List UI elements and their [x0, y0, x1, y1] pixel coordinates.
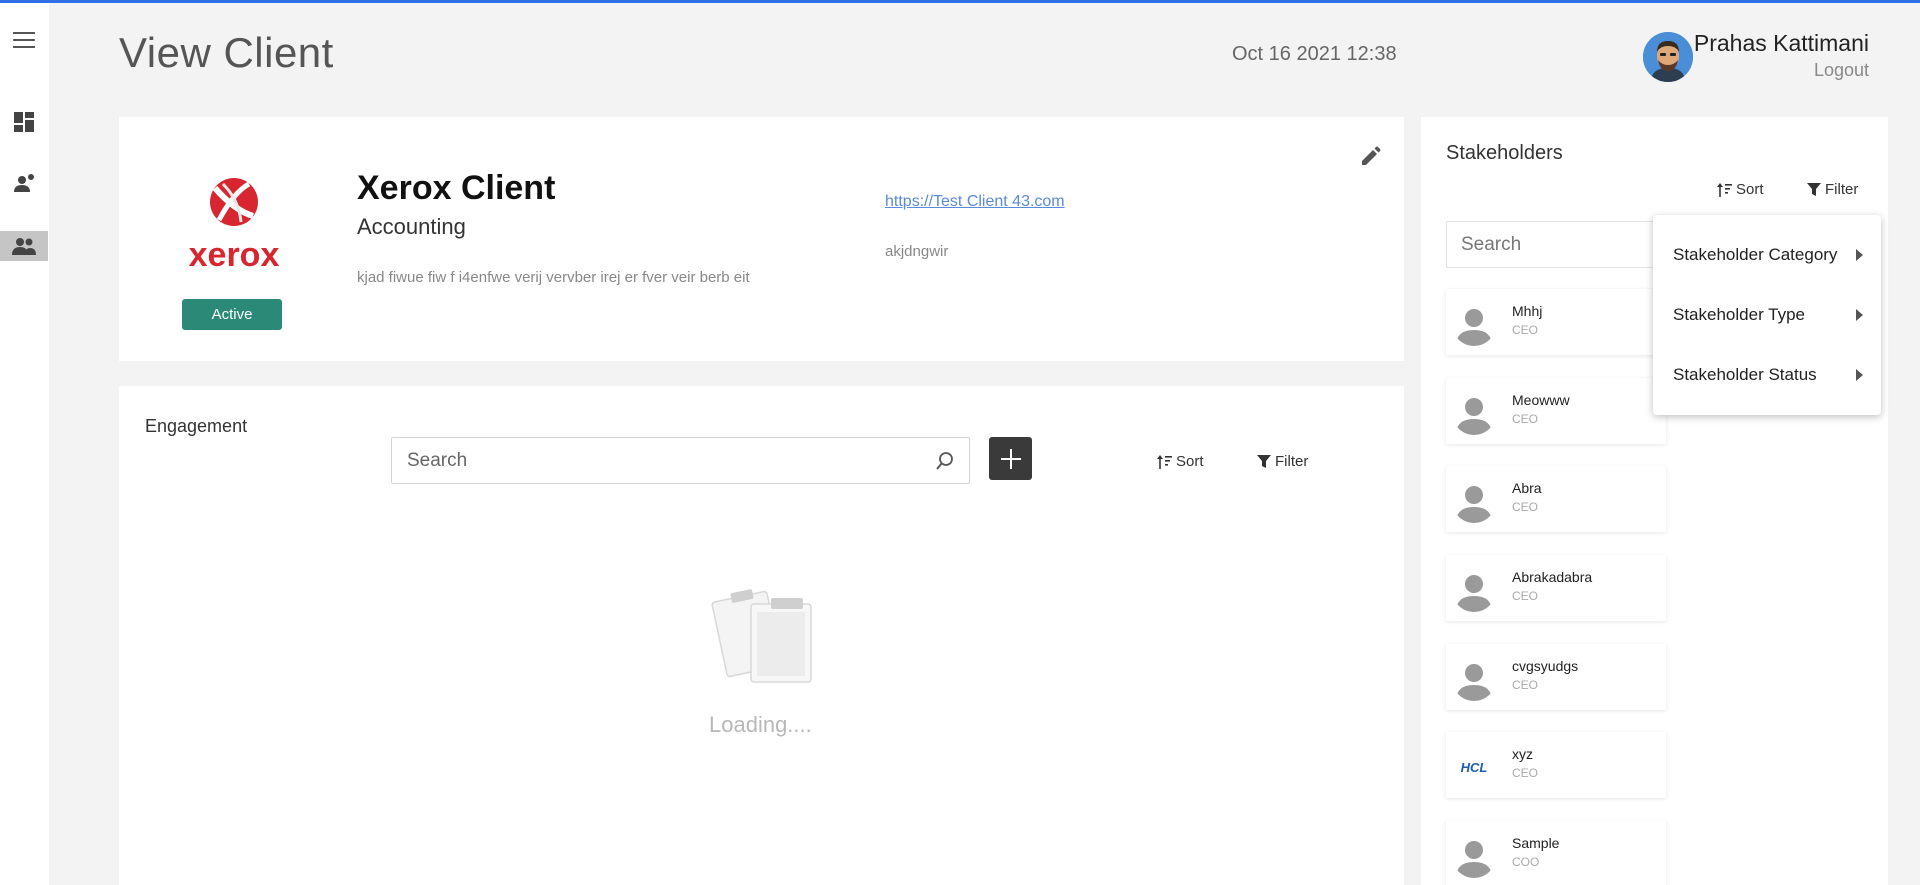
client-description: kjad fiwue fiw f i4enfwe verij vervber i…	[357, 269, 750, 286]
sidebar	[0, 3, 49, 885]
client-extra-info: akjdngwir	[885, 243, 949, 260]
stakeholder-item[interactable]: Meowww CEO	[1446, 378, 1666, 444]
user-avatar-icon	[1643, 32, 1693, 82]
client-name: Xerox Client	[357, 169, 556, 207]
engagement-sort-label: Sort	[1176, 453, 1204, 470]
person-placeholder-icon	[1452, 834, 1496, 878]
stakeholder-role: CEO	[1512, 589, 1539, 603]
top-accent-bar	[0, 0, 1920, 3]
sidebar-item-users[interactable]	[0, 168, 48, 198]
caret-right-icon	[1856, 309, 1863, 321]
page-title: View Client	[119, 29, 334, 76]
sidebar-item-dashboard[interactable]	[0, 107, 48, 137]
stakeholder-role: CEO	[1512, 323, 1539, 337]
sort-icon	[1717, 182, 1732, 197]
add-engagement-button[interactable]	[989, 437, 1032, 480]
client-logo: xerox	[179, 170, 289, 274]
stakeholders-filter-label: Filter	[1825, 181, 1859, 198]
stakeholder-role: CEO	[1512, 766, 1539, 780]
stakeholder-role: COO	[1512, 855, 1540, 869]
edit-client-button[interactable]	[1360, 145, 1382, 172]
group-icon	[12, 238, 36, 255]
stakeholders-sort-label: Sort	[1736, 181, 1764, 198]
caret-right-icon	[1856, 249, 1863, 261]
engagement-filter-label: Filter	[1275, 453, 1309, 470]
sidebar-item-clients[interactable]	[0, 231, 48, 261]
engagement-card: Engagement Sort Filter Loading....	[119, 386, 1404, 885]
menu-button[interactable]	[0, 25, 48, 55]
person-placeholder-icon	[1452, 657, 1496, 701]
stakeholder-name: Sample	[1512, 835, 1560, 851]
stakeholder-item[interactable]: cvgsyudgs CEO	[1446, 644, 1666, 710]
stakeholder-name: cvgsyudgs	[1512, 658, 1579, 674]
pencil-icon	[1362, 146, 1381, 165]
menu-item-label: Stakeholder Status	[1673, 365, 1817, 384]
stakeholders-search-input[interactable]	[1447, 222, 1665, 267]
client-category: Accounting	[357, 214, 466, 239]
search-icon[interactable]	[935, 451, 955, 471]
user-name: Prahas Kattimani	[1693, 30, 1869, 56]
menu-item-stakeholder-status[interactable]: Stakeholder Status	[1673, 355, 1863, 395]
stakeholder-name: Mhhj	[1512, 303, 1543, 319]
stakeholder-item[interactable]: Mhhj CEO	[1446, 289, 1666, 355]
engagement-search-input[interactable]	[407, 438, 907, 483]
stakeholder-name: Meowww	[1512, 392, 1570, 408]
empty-clipboard-illustration	[711, 584, 817, 689]
stakeholder-name: xyz	[1512, 746, 1533, 762]
xerox-logo-icon: xerox	[189, 178, 280, 274]
stakeholder-item[interactable]: HCL xyz CEO	[1446, 732, 1666, 798]
user-add-icon	[14, 174, 34, 192]
stakeholders-sort-button[interactable]: Sort	[1717, 181, 1764, 198]
filter-icon	[1257, 454, 1271, 468]
dashboard-icon	[14, 112, 34, 132]
datetime-display: Oct 16 2021 12:38	[1232, 43, 1397, 65]
loading-text: Loading....	[709, 712, 812, 737]
person-placeholder-icon	[1452, 479, 1496, 523]
engagement-search	[391, 437, 970, 484]
stakeholder-role: CEO	[1512, 678, 1539, 692]
person-placeholder-icon	[1452, 391, 1496, 435]
stakeholder-role: CEO	[1512, 412, 1539, 426]
plus-icon	[1000, 448, 1021, 469]
stakeholder-item[interactable]: Abra CEO	[1446, 466, 1666, 532]
menu-icon	[13, 32, 35, 48]
client-website-link[interactable]: https://Test Client 43.com	[885, 193, 1065, 211]
stakeholder-filter-menu: Stakeholder Category Stakeholder Type St…	[1653, 215, 1881, 415]
filter-icon	[1807, 182, 1821, 196]
stakeholder-name: Abrakadabra	[1512, 569, 1593, 585]
stakeholder-item[interactable]: Sample COO	[1446, 821, 1666, 885]
stakeholders-title: Stakeholders	[1446, 142, 1563, 164]
stakeholders-filter-button[interactable]: Filter	[1807, 181, 1858, 198]
stakeholder-item[interactable]: Abrakadabra CEO	[1446, 555, 1666, 621]
hcl-logo-icon: HCL	[1452, 745, 1496, 789]
clipboard-icon	[711, 589, 812, 683]
logo-wordmark: xerox	[189, 236, 280, 270]
logout-link[interactable]: Logout	[1814, 60, 1869, 81]
menu-item-stakeholder-type[interactable]: Stakeholder Type	[1673, 295, 1863, 335]
stakeholders-search	[1446, 221, 1666, 268]
engagement-sort-button[interactable]: Sort	[1157, 453, 1204, 470]
person-placeholder-icon	[1452, 302, 1496, 346]
client-details-card: xerox Active Xerox Client Accounting kja…	[119, 117, 1404, 361]
engagement-title: Engagement	[145, 416, 248, 436]
avatar[interactable]	[1643, 32, 1693, 82]
caret-right-icon	[1856, 369, 1863, 381]
menu-item-label: Stakeholder Category	[1673, 245, 1838, 264]
person-placeholder-icon	[1452, 568, 1496, 612]
stakeholder-role: CEO	[1512, 500, 1539, 514]
stakeholder-name: Abra	[1512, 480, 1542, 496]
sort-icon	[1157, 454, 1172, 469]
engagement-filter-button[interactable]: Filter	[1257, 453, 1308, 470]
hcl-logo-text: HCL	[1461, 760, 1488, 775]
menu-item-label: Stakeholder Type	[1673, 305, 1805, 324]
menu-item-stakeholder-category[interactable]: Stakeholder Category	[1673, 235, 1863, 275]
status-badge: Active	[182, 299, 282, 330]
